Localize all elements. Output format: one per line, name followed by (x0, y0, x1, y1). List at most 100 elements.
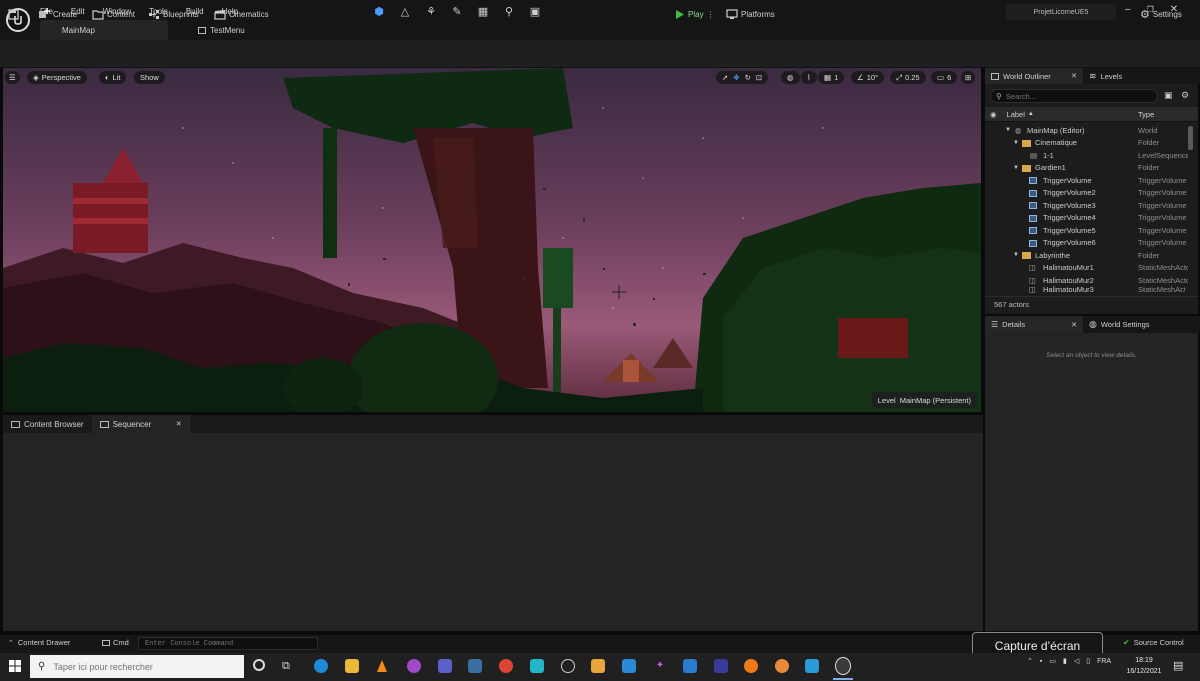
animation-mode-icon[interactable]: ⚲ (502, 5, 516, 19)
rotation-snap-button[interactable]: ∠ 10° (851, 71, 885, 84)
tab-sequencer[interactable]: Sequencer ✕ (91, 415, 190, 433)
expand-arrow-icon[interactable]: ▼ (1013, 140, 1019, 146)
more-options-icon[interactable]: ⋮ (707, 10, 715, 19)
console-command-box[interactable] (138, 637, 318, 650)
speaker-icon[interactable]: ◁ (1074, 657, 1079, 665)
tree-row-actor[interactable]: ◫ HalimatouMur1 StaticMeshActor (985, 262, 1188, 275)
rotate-tool-icon[interactable]: ↻ (745, 73, 751, 82)
tab-levels[interactable]: ≋ Levels (1083, 68, 1128, 84)
app-icon[interactable] (530, 659, 544, 673)
tree-row-actor[interactable]: TriggerVolume5 TriggerVolume (985, 224, 1187, 237)
edge-icon[interactable] (314, 659, 328, 673)
close-icon[interactable]: ✕ (1071, 72, 1077, 80)
notifications-icon[interactable]: ▤ (1173, 659, 1183, 672)
column-label[interactable]: Label (1007, 110, 1025, 119)
outliner-search-input[interactable] (1005, 90, 1146, 102)
messenger-icon[interactable] (407, 659, 421, 673)
expand-arrow-icon[interactable]: ▼ (1005, 127, 1011, 133)
minimize-icon[interactable]: – (1125, 4, 1131, 15)
app-tray-icon[interactable]: ▪ (1040, 658, 1042, 665)
create-button[interactable]: Create (38, 6, 77, 22)
chrome-icon[interactable] (499, 659, 513, 673)
grid-snap-button[interactable]: ▦ 1 (818, 71, 845, 84)
app-icon[interactable] (714, 659, 728, 673)
settings-button[interactable]: ⚙ Settings (1140, 6, 1182, 22)
blender-icon[interactable] (775, 659, 789, 673)
show-button[interactable]: Show (134, 71, 165, 84)
outliner-search-box[interactable]: ⚲ (990, 89, 1158, 103)
tab-details[interactable]: ☰ Details ✕ (985, 316, 1083, 333)
teams-icon[interactable] (438, 659, 452, 673)
close-icon[interactable]: ✕ (1071, 321, 1077, 329)
app-icon[interactable] (468, 659, 482, 673)
tab-testmenu[interactable]: TestMenu (176, 20, 267, 40)
tree-row-folder[interactable]: ▼ Labyrinthe Folder (985, 249, 1185, 262)
content-drawer-button[interactable]: ⌃ Content Drawer (8, 638, 70, 647)
fracture-mode-icon[interactable]: ▦ (476, 5, 490, 19)
tree-row-actor[interactable]: TriggerVolume4 TriggerVolume (985, 212, 1187, 225)
tab-world-settings[interactable]: ◍ World Settings (1083, 316, 1156, 333)
landscape-mode-icon[interactable]: △ (398, 5, 412, 19)
scale-snap-button[interactable]: ⤢ 0.25 (890, 71, 926, 84)
tree-row-actor[interactable]: ▤ 1-1 LevelSequence (985, 149, 1188, 162)
windows-start-icon[interactable] (9, 660, 21, 672)
platforms-button[interactable]: Platforms (726, 6, 775, 22)
world-local-toggle[interactable]: ◍ (781, 71, 800, 84)
task-view-icon[interactable]: ⧉ (282, 659, 296, 673)
perspective-button[interactable]: ◈ Perspective (27, 71, 87, 84)
settings-icon[interactable]: ⚙ (1181, 90, 1189, 101)
content-button[interactable]: Content (92, 6, 135, 22)
surface-snap-toggle[interactable]: ⌇ (801, 71, 817, 84)
tree-row-actor[interactable]: TriggerVolume TriggerVolume (985, 174, 1187, 187)
level-viewport[interactable]: ☰ ◈ Perspective ◐ Lit Show ➚ ✥ ↻ ⊡ ◍ ⌇ ▦… (3, 68, 981, 412)
network-icon[interactable]: ▭ (1049, 657, 1056, 665)
expand-arrow-icon[interactable]: ▼ (1013, 252, 1019, 258)
expand-arrow-icon[interactable]: ▼ (1013, 165, 1019, 171)
tree-row-world[interactable]: ▼ ◍ MainMap (Editor) World (985, 124, 1185, 137)
microphone-icon[interactable]: ▯ (1086, 657, 1090, 665)
taskbar-search-box[interactable]: ⚲ (30, 655, 244, 678)
tree-row-actor[interactable]: TriggerVolume2 TriggerVolume (985, 187, 1187, 200)
outliner-scrollbar[interactable] (1188, 126, 1193, 150)
camera-speed-button[interactable]: ▭ 6 (931, 71, 958, 84)
app-icon[interactable]: ✦ (653, 659, 667, 673)
modeling-mode-icon[interactable]: ▣ (528, 5, 542, 19)
viewport-layout-button[interactable]: ⊞ (961, 71, 976, 84)
tree-row-actor[interactable]: ◫ HalimatouMur3 StaticMeshActor (985, 285, 1185, 294)
close-icon[interactable]: ✕ (176, 420, 182, 428)
cmd-button[interactable]: Cmd (102, 638, 129, 647)
sequencer-panel[interactable] (3, 433, 983, 631)
source-control-button[interactable]: ✔ Source Control (1123, 638, 1184, 647)
add-folder-icon[interactable]: ▣ (1164, 90, 1173, 101)
vscode-icon[interactable] (622, 659, 636, 673)
viewport-menu-button[interactable]: ☰ (5, 71, 20, 84)
unreal-engine-taskbar-icon[interactable] (835, 657, 851, 675)
tab-content-browser[interactable]: Content Browser (3, 415, 92, 433)
language-indicator[interactable]: FRA (1097, 658, 1111, 665)
tree-row-actor[interactable]: TriggerVolume6 TriggerVolume (985, 237, 1187, 250)
tree-row-folder[interactable]: ▼ Gardien1 Folder (985, 162, 1185, 175)
scale-tool-icon[interactable]: ⊡ (756, 73, 762, 82)
select-mode-icon[interactable]: ⬢ (372, 5, 386, 19)
play-button[interactable]: Play ⋮ (674, 6, 715, 22)
blueprints-button[interactable]: Blueprints (148, 6, 199, 22)
cortana-icon[interactable] (253, 659, 265, 671)
lit-button[interactable]: ◐ Lit (99, 71, 127, 84)
file-explorer-icon[interactable] (345, 659, 359, 673)
tab-mainmap[interactable]: MainMap (40, 20, 168, 40)
select-tool-icon[interactable]: ➚ (722, 73, 728, 82)
vlc-icon[interactable] (375, 659, 389, 673)
taskbar-search-input[interactable] (53, 661, 234, 672)
unity-icon[interactable] (561, 659, 575, 673)
tab-world-outliner[interactable]: World Outliner ✕ (985, 68, 1083, 84)
tree-row-actor[interactable]: TriggerVolume3 TriggerVolume (985, 199, 1187, 212)
visibility-icon[interactable]: ◉ (990, 110, 997, 119)
battery-icon[interactable]: ▮ (1063, 657, 1067, 665)
foliage-mode-icon[interactable]: ⚘ (424, 5, 438, 19)
console-command-input[interactable] (139, 639, 314, 648)
column-type[interactable]: Type (1138, 110, 1154, 119)
translate-tool-icon[interactable]: ✥ (733, 73, 739, 82)
app-icon[interactable] (683, 659, 697, 673)
firefox-icon[interactable] (744, 659, 758, 673)
save-button[interactable] (8, 6, 19, 22)
